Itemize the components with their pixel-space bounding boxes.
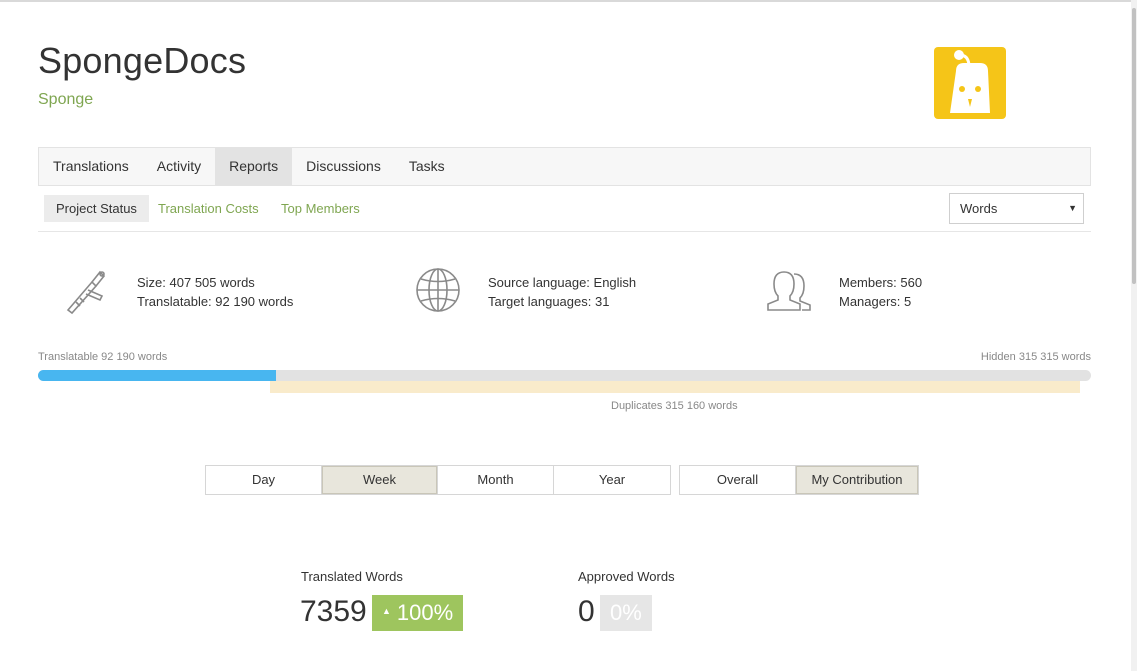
- tab-reports[interactable]: Reports: [215, 148, 293, 185]
- stat-translatable: Translatable: 92 190 words: [137, 294, 294, 309]
- stat-target-languages: Target languages: 31: [488, 294, 610, 309]
- translated-change-value: 100%: [396, 600, 454, 625]
- chevron-down-icon: ▼: [1068, 203, 1077, 213]
- approved-change-badge: 0%: [600, 595, 652, 631]
- tab-activity[interactable]: Activity: [143, 148, 215, 185]
- page-scrollbar[interactable]: [1131, 0, 1137, 671]
- members-icon: [764, 268, 814, 319]
- subtab-translation-costs[interactable]: Translation Costs: [146, 195, 271, 222]
- period-day-button[interactable]: Day: [206, 466, 322, 494]
- tab-translations[interactable]: Translations: [39, 148, 143, 185]
- period-week-button[interactable]: Week: [322, 466, 438, 494]
- caliper-icon: [62, 266, 112, 321]
- report-subtabs: Project Status Translation Costs Top Mem…: [38, 186, 1091, 232]
- approved-words-value: 0: [578, 595, 595, 628]
- approved-change-value: 0%: [610, 600, 642, 625]
- scope-overall-button[interactable]: Overall: [680, 466, 796, 494]
- unit-select-value: Words: [960, 201, 998, 216]
- stat-source-language: Source language: English: [488, 275, 637, 290]
- subtab-project-status[interactable]: Project Status: [44, 195, 149, 222]
- approved-words-label: Approved Words: [578, 569, 675, 584]
- top-border: [0, 0, 1137, 2]
- project-owner-link[interactable]: Sponge: [38, 91, 93, 109]
- subtab-top-members[interactable]: Top Members: [269, 195, 372, 222]
- words-progress-bar: [38, 370, 1091, 381]
- duplicates-label: Duplicates 315 160 words: [611, 400, 738, 412]
- hidden-label: Hidden 315 315 words: [980, 351, 1091, 363]
- period-year-button[interactable]: Year: [554, 466, 670, 494]
- translatable-label: Translatable 92 190 words: [38, 351, 168, 363]
- period-toggle: Day Week Month Year: [205, 465, 671, 495]
- translated-words-value: 7359: [300, 595, 367, 628]
- project-tabs: Translations Activity Reports Discussion…: [38, 147, 1091, 186]
- unit-select[interactable]: Words ▼: [949, 193, 1084, 224]
- period-month-button[interactable]: Month: [438, 466, 554, 494]
- duplicates-bar: [270, 381, 1080, 393]
- translatable-progress-fill: [38, 370, 277, 381]
- tab-tasks[interactable]: Tasks: [395, 148, 459, 185]
- arrow-up-icon: ▲: [382, 606, 391, 617]
- scrollbar-thumb[interactable]: [1132, 8, 1136, 284]
- project-logo: [934, 47, 1006, 119]
- scope-toggle: Overall My Contribution: [679, 465, 919, 495]
- tab-discussions[interactable]: Discussions: [292, 148, 395, 185]
- translated-words-label: Translated Words: [301, 569, 403, 584]
- project-title: SpongeDocs: [38, 40, 247, 81]
- scope-my-contribution-button[interactable]: My Contribution: [796, 466, 918, 494]
- stat-members: Members: 560: [839, 275, 923, 290]
- stat-size: Size: 407 505 words: [137, 275, 255, 290]
- globe-icon: [414, 266, 462, 319]
- translated-change-badge: ▲ 100%: [372, 595, 464, 631]
- stat-managers: Managers: 5: [839, 294, 912, 309]
